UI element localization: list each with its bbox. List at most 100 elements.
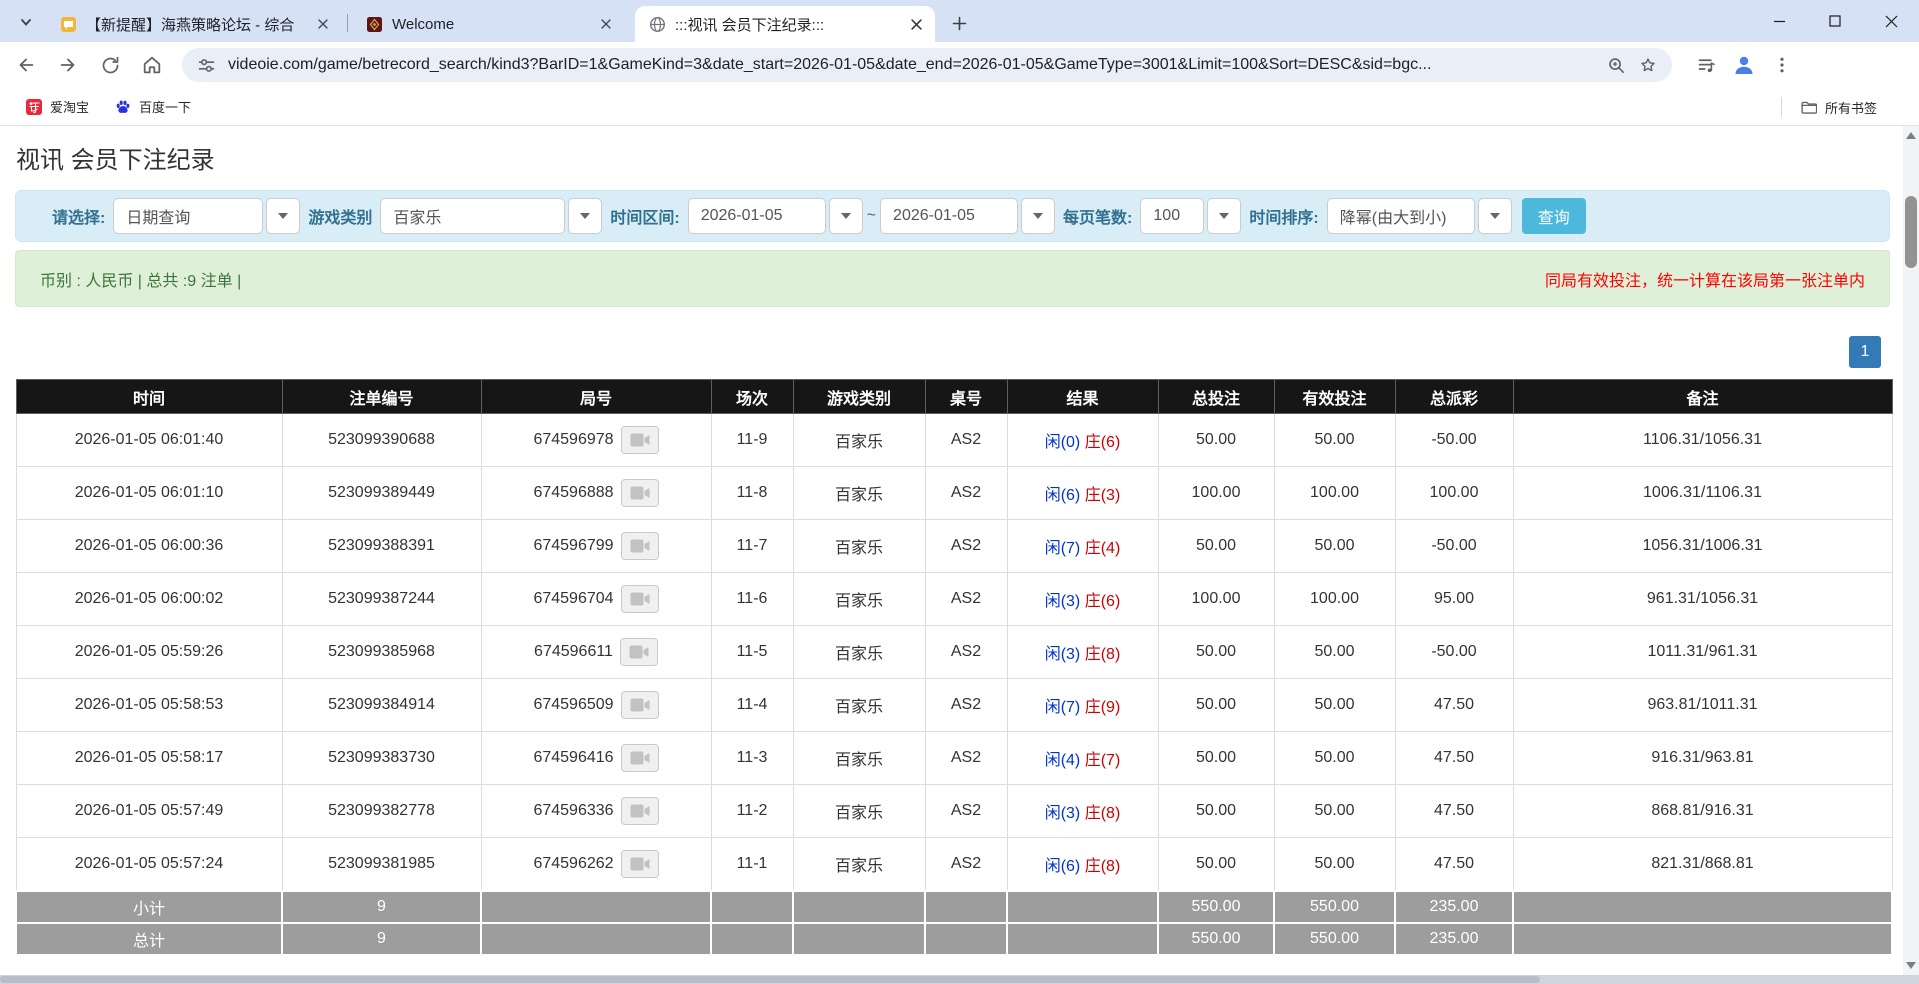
menu-dots-icon[interactable] bbox=[1766, 49, 1798, 81]
maximize-icon[interactable] bbox=[1807, 0, 1863, 42]
zoom-icon[interactable] bbox=[1604, 53, 1628, 77]
query-type-value[interactable]: 日期查询 bbox=[113, 198, 263, 234]
cell-total-bet[interactable]: 50.00 bbox=[1158, 626, 1274, 679]
close-icon[interactable] bbox=[1863, 0, 1919, 42]
date-end-value[interactable]: 2026-01-05 bbox=[880, 198, 1018, 234]
cell-total-bet[interactable]: 100.00 bbox=[1158, 467, 1274, 520]
date-start-select[interactable]: 2026-01-05 bbox=[688, 198, 863, 234]
casino-favicon-icon bbox=[366, 16, 383, 33]
video-replay-button[interactable] bbox=[621, 532, 659, 560]
result-player: 闲(0) bbox=[1045, 434, 1081, 451]
browser-tab-forum[interactable]: 【新提醒】海燕策略论坛 - 综合 bbox=[46, 6, 342, 42]
cell-total-bet[interactable]: 100.00 bbox=[1158, 573, 1274, 626]
page-size-value[interactable]: 100 bbox=[1140, 198, 1204, 234]
game-category-value[interactable]: 百家乐 bbox=[380, 198, 565, 234]
tab-title: Welcome bbox=[392, 16, 589, 33]
cell-total-bet[interactable]: 50.00 bbox=[1158, 785, 1274, 838]
cell-game-category: 百家乐 bbox=[793, 626, 925, 679]
search-button[interactable]: 查询 bbox=[1522, 198, 1586, 234]
time-sort-select[interactable]: 降幂(由大到小) bbox=[1327, 198, 1512, 234]
video-replay-button[interactable] bbox=[620, 638, 658, 666]
cell-payout: 47.50 bbox=[1395, 838, 1513, 891]
column-header: 游戏类别 bbox=[793, 380, 925, 414]
new-tab-button[interactable] bbox=[946, 10, 972, 36]
result-banker: 庄(8) bbox=[1085, 646, 1121, 663]
cell-session: 11-8 bbox=[711, 467, 793, 520]
cell-session: 11-7 bbox=[711, 520, 793, 573]
result-player: 闲(3) bbox=[1045, 646, 1081, 663]
window-controls bbox=[1751, 0, 1919, 42]
pagination-page-1[interactable]: 1 bbox=[1849, 336, 1881, 368]
cell-total-bet[interactable]: 50.00 bbox=[1158, 732, 1274, 785]
cell-total-bet[interactable]: 50.00 bbox=[1158, 414, 1274, 467]
round-number: 674596416 bbox=[533, 749, 613, 767]
cell-valid-bet: 50.00 bbox=[1274, 679, 1395, 732]
media-controls-icon[interactable] bbox=[1690, 49, 1722, 81]
query-type-select[interactable]: 日期查询 bbox=[113, 198, 300, 234]
video-replay-button[interactable] bbox=[621, 585, 659, 613]
tab-close-icon[interactable] bbox=[907, 15, 925, 33]
summary-notice: 同局有效投注，统一计算在该局第一张注单内 bbox=[1545, 267, 1865, 291]
scroll-up-icon[interactable] bbox=[1906, 132, 1916, 139]
bookmarks-bar: 爱淘宝 百度一下 所有书签 bbox=[0, 88, 1919, 126]
home-icon[interactable] bbox=[136, 49, 168, 81]
address-bar[interactable]: videoie.com/game/betrecord_search/kind3?… bbox=[182, 48, 1672, 82]
cell-game-category: 百家乐 bbox=[793, 414, 925, 467]
dropdown-arrow-icon[interactable] bbox=[1021, 198, 1055, 234]
tab-search-chevron-icon[interactable] bbox=[12, 9, 40, 35]
browser-tab-active-bet-records[interactable]: :::视讯 会员下注纪录::: bbox=[635, 6, 935, 42]
result-banker: 庄(6) bbox=[1085, 593, 1121, 610]
video-replay-button[interactable] bbox=[621, 797, 659, 825]
tab-close-icon[interactable] bbox=[597, 15, 615, 33]
cell-bet-id: 523099381985 bbox=[282, 838, 481, 891]
video-replay-button[interactable] bbox=[621, 479, 659, 507]
video-replay-button[interactable] bbox=[621, 426, 659, 454]
date-start-value[interactable]: 2026-01-05 bbox=[688, 198, 826, 234]
all-bookmarks[interactable]: 所有书签 bbox=[1781, 88, 1877, 126]
round-number: 674596799 bbox=[533, 537, 613, 555]
horizontal-scrollbar-thumb[interactable] bbox=[0, 976, 1540, 983]
video-replay-button[interactable] bbox=[621, 850, 659, 878]
back-icon[interactable] bbox=[10, 49, 42, 81]
summary-bar: 币别 : 人民币 | 总共 :9 注单 | 同局有效投注，统一计算在该局第一张注… bbox=[15, 250, 1890, 307]
site-settings-icon[interactable] bbox=[194, 53, 218, 77]
cell-table-id: AS2 bbox=[925, 785, 1007, 838]
cell-round-id: 674596416 bbox=[481, 732, 711, 785]
dropdown-arrow-icon[interactable] bbox=[568, 198, 602, 234]
video-replay-button[interactable] bbox=[621, 744, 659, 772]
browser-tab-welcome[interactable]: Welcome bbox=[352, 6, 625, 42]
page-size-select[interactable]: 100 bbox=[1140, 198, 1241, 234]
bookmark-baidu[interactable]: 百度一下 bbox=[115, 97, 191, 116]
cell-total-bet[interactable]: 50.00 bbox=[1158, 520, 1274, 573]
minimize-icon[interactable] bbox=[1751, 0, 1807, 42]
horizontal-scrollbar[interactable] bbox=[0, 975, 1919, 984]
cell-note: 961.31/1056.31 bbox=[1513, 573, 1892, 626]
dropdown-arrow-icon[interactable] bbox=[1478, 198, 1512, 234]
footer-empty bbox=[793, 891, 925, 923]
tab-close-icon[interactable] bbox=[314, 15, 332, 33]
profile-avatar-icon[interactable] bbox=[1728, 49, 1760, 81]
cell-payout: 100.00 bbox=[1395, 467, 1513, 520]
dropdown-arrow-icon[interactable] bbox=[829, 198, 863, 234]
cell-total-bet[interactable]: 50.00 bbox=[1158, 679, 1274, 732]
round-number: 674596509 bbox=[533, 696, 613, 714]
cell-total-bet[interactable]: 50.00 bbox=[1158, 838, 1274, 891]
game-category-select[interactable]: 百家乐 bbox=[380, 198, 602, 234]
date-end-select[interactable]: 2026-01-05 bbox=[880, 198, 1055, 234]
cell-payout: 95.00 bbox=[1395, 573, 1513, 626]
round-number: 674596704 bbox=[533, 590, 613, 608]
scrollbar-thumb[interactable] bbox=[1905, 196, 1917, 268]
video-replay-button[interactable] bbox=[621, 691, 659, 719]
date-range-tilde: ~ bbox=[867, 207, 876, 225]
bookmark-taobao[interactable]: 爱淘宝 bbox=[26, 97, 89, 116]
dropdown-arrow-icon[interactable] bbox=[1207, 198, 1241, 234]
dropdown-arrow-icon[interactable] bbox=[266, 198, 300, 234]
vertical-scrollbar[interactable] bbox=[1903, 126, 1919, 975]
url-text[interactable]: videoie.com/game/betrecord_search/kind3?… bbox=[228, 56, 1604, 74]
scroll-down-icon[interactable] bbox=[1906, 962, 1916, 969]
result-player: 闲(6) bbox=[1045, 487, 1081, 504]
bookmark-star-icon[interactable] bbox=[1636, 53, 1660, 77]
forward-icon[interactable] bbox=[52, 49, 84, 81]
time-sort-value[interactable]: 降幂(由大到小) bbox=[1327, 198, 1475, 234]
reload-icon[interactable] bbox=[94, 49, 126, 81]
